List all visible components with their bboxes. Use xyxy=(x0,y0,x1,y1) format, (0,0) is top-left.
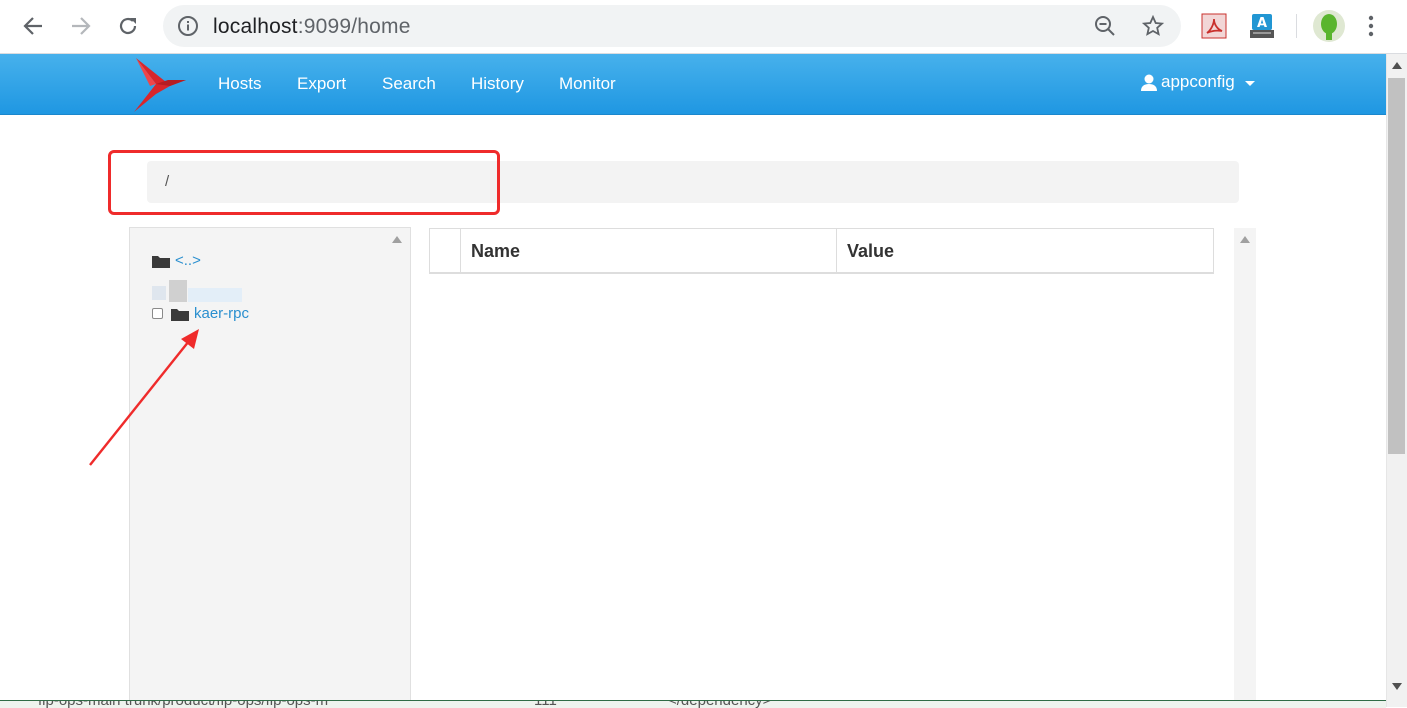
scroll-down-icon[interactable] xyxy=(1392,683,1402,690)
data-table: Name Value xyxy=(429,228,1214,274)
reload-icon[interactable] xyxy=(112,10,144,42)
nav-export[interactable]: Export xyxy=(297,74,346,94)
translate-icon[interactable]: A xyxy=(1249,13,1275,39)
select-column-header[interactable] xyxy=(430,229,461,273)
app-navbar: Hosts Export Search History Monitor appc… xyxy=(0,54,1386,115)
url-text[interactable]: localhost:9099/home xyxy=(213,15,411,39)
scrollbar-thumb[interactable] xyxy=(1388,78,1405,454)
user-icon xyxy=(1141,74,1157,91)
folder-icon xyxy=(152,254,170,268)
tree-item[interactable]: kaer-rpc xyxy=(152,305,249,322)
nav-hosts[interactable]: Hosts xyxy=(218,74,261,94)
toolbar-divider xyxy=(1296,14,1297,38)
table-scrollbar[interactable] xyxy=(1234,228,1256,706)
url-host: localhost xyxy=(213,15,298,38)
star-icon[interactable] xyxy=(1142,15,1164,37)
tree-item-link[interactable]: kaer-rpc xyxy=(194,305,249,322)
bird-logo[interactable] xyxy=(130,56,188,114)
caret-down-icon xyxy=(1244,81,1255,86)
pdf-icon[interactable] xyxy=(1201,13,1227,39)
forward-icon[interactable] xyxy=(65,10,97,42)
column-header-value[interactable]: Value xyxy=(837,229,1213,273)
info-icon[interactable] xyxy=(177,15,199,37)
zoom-icon[interactable] xyxy=(1094,15,1116,37)
address-bar[interactable]: localhost:9099/home xyxy=(163,5,1181,47)
blurred-item xyxy=(152,280,242,302)
menu-icon[interactable] xyxy=(1368,14,1374,38)
folder-icon xyxy=(171,307,189,321)
nav-history[interactable]: History xyxy=(471,74,524,94)
nav-monitor[interactable]: Monitor xyxy=(559,74,616,94)
url-path: :9099/home xyxy=(297,15,411,38)
back-icon[interactable] xyxy=(17,10,49,42)
browser-toolbar: localhost:9099/home A xyxy=(0,0,1407,54)
user-menu[interactable]: appconfig xyxy=(1141,72,1255,92)
annotation-highlight xyxy=(108,150,500,215)
scroll-up-icon[interactable] xyxy=(1392,62,1402,69)
avatar[interactable] xyxy=(1313,10,1345,42)
item-checkbox[interactable] xyxy=(152,308,163,319)
parent-link[interactable]: <..> xyxy=(175,252,201,269)
column-header-name[interactable]: Name xyxy=(461,229,837,273)
annotation-arrow xyxy=(89,329,199,466)
scroll-up-icon[interactable] xyxy=(1240,236,1250,243)
nav-search[interactable]: Search xyxy=(382,74,436,94)
svg-text:A: A xyxy=(1257,16,1267,31)
tree-parent-item[interactable]: <..> xyxy=(152,252,201,269)
scroll-up-icon[interactable] xyxy=(392,236,402,243)
user-name: appconfig xyxy=(1161,72,1235,91)
